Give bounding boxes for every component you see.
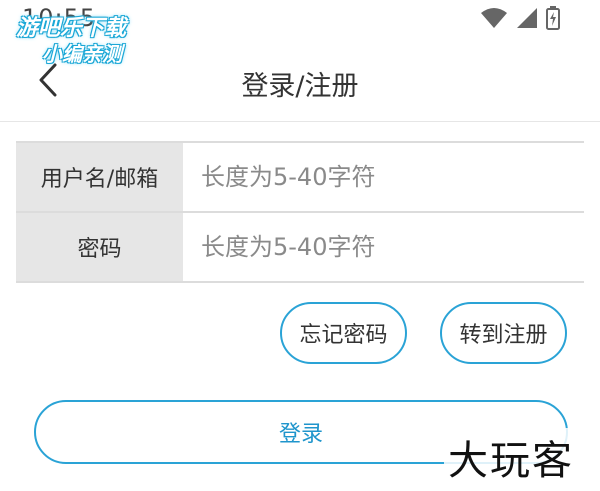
username-row: 用户名/邮箱	[16, 143, 584, 213]
password-label: 密码	[16, 213, 183, 281]
username-label: 用户名/邮箱	[16, 143, 183, 211]
password-row: 密码	[16, 213, 584, 283]
watermark-top: 游吧乐下载 小编亲测	[10, 10, 160, 66]
username-input[interactable]	[183, 143, 584, 211]
go-register-button[interactable]: 转到注册	[440, 302, 567, 364]
signal-icon	[516, 7, 538, 29]
watermark-bottom: 大玩客	[444, 428, 578, 486]
login-form: 用户名/邮箱 密码	[16, 141, 584, 283]
page-title: 登录/注册	[241, 71, 359, 102]
battery-icon	[546, 6, 560, 30]
wifi-icon	[480, 7, 508, 29]
status-icons	[480, 6, 560, 30]
forgot-password-button[interactable]: 忘记密码	[280, 302, 407, 364]
login-page: 10:55 游吧乐下载 小编亲测 登录/注册 用户名/邮箱 长度为5-40字符 …	[0, 0, 600, 491]
header-divider	[0, 121, 600, 122]
password-input[interactable]	[183, 213, 584, 281]
